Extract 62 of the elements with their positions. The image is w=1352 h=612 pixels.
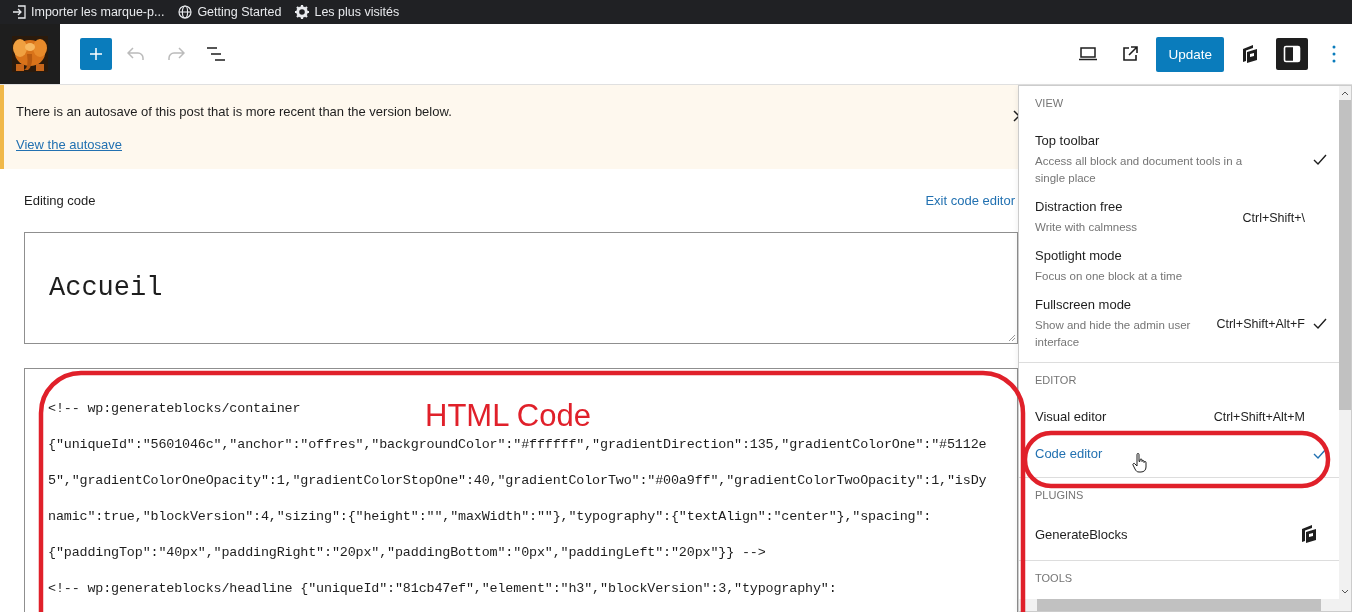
menu-item[interactable]: Spotlight mode Focus on one block at a time — [1019, 242, 1339, 291]
scroll-up-icon — [1341, 90, 1349, 96]
keyboard-shortcut: Ctrl+Shift+Alt+M — [1213, 409, 1305, 424]
menu-item-description: Access all block and document tools in a single place — [1035, 154, 1244, 186]
bookmark[interactable]: Getting Started — [178, 5, 282, 19]
code-line: <!-- wp:generateblocks/container — [48, 400, 301, 418]
autosave-link[interactable]: View the autosave — [16, 137, 122, 152]
undo-icon — [127, 47, 145, 61]
menu-item-label: Top toolbar — [1035, 133, 1100, 148]
bookmark[interactable]: Importer les marque-p... — [12, 5, 165, 19]
menu-item[interactable]: GenerateBlocks — [1019, 513, 1339, 555]
external-link-icon — [1121, 45, 1140, 63]
scrollbar[interactable] — [1339, 86, 1351, 611]
update-button[interactable]: Update — [1156, 36, 1224, 72]
site-logo[interactable] — [0, 24, 60, 84]
menu-item-label: Spotlight mode — [1035, 248, 1122, 263]
code-line: 5","gradientColorOneOpacity":1,"gradientColorStopOne":40,"gradientColorTwo":"#00a9ff","gradientColorTwoOpacity":1,"isDy — [48, 472, 987, 490]
globe-icon — [178, 5, 193, 19]
menu-item[interactable]: Code editor — [1019, 435, 1339, 472]
horizontal-scrollbar[interactable] — [1019, 599, 1339, 611]
import-icon — [12, 5, 26, 19]
resize-handle-icon — [1008, 334, 1016, 342]
generateblocks-icon[interactable] — [1240, 44, 1260, 64]
menu-item-label: Fullscreen mode — [1035, 297, 1132, 312]
menu-item-description: Focus on one block at a time — [1035, 269, 1184, 284]
code-line: {"uniqueId":"5601046c","anchor":"offres","backgroundColor":"#ffffff","gradientDirection":135,"gradientColorOne":"#5112e — [48, 436, 987, 454]
code-line: namic":true,"blockVersion":4,"sizing":{"height":"","maxWidth":""},"typography":{"textAlign":"center"},"spacing": — [48, 508, 932, 526]
section-heading: EDITOR — [1034, 373, 1078, 388]
settings-icon — [295, 5, 310, 19]
menu-item[interactable]: Top toolbar Access all block and document tools in a single place — [1019, 127, 1339, 193]
list-view-icon — [206, 46, 226, 62]
section-heading: PLUGINS — [1034, 488, 1085, 503]
title-field[interactable]: Accueil — [24, 232, 1018, 344]
menu-item-description: Show and hide the admin user interface — [1035, 318, 1192, 350]
scroll-down-icon — [1341, 589, 1349, 595]
code-line: {"paddingTop":"40px","paddingRight":"20px","paddingBottom":"0px","paddingLeft":"20px"}} --> — [48, 544, 766, 562]
section-heading: TOOLS — [1034, 571, 1074, 586]
code-line: <!-- wp:generateblocks/headline {"uniqueId":"81cb47ef","element":"h3","blockVersion":3,"typography": — [48, 580, 837, 598]
menu-item-description: Write with calmness — [1035, 220, 1139, 235]
laptop-icon — [1078, 47, 1099, 61]
menu-item-label: Visual editor — [1035, 409, 1107, 424]
notice-text: There is an autosave of this post that is more recent than the version below. — [16, 104, 452, 119]
keyboard-shortcut: Ctrl+Shift+\ — [1242, 210, 1305, 225]
editing-code-heading: Editing code — [24, 193, 96, 208]
plus-icon — [88, 46, 104, 62]
sidebar-icon — [1283, 45, 1301, 63]
menu-item-label: Distraction free — [1035, 199, 1123, 214]
menu-item-label: GenerateBlocks — [1035, 526, 1128, 542]
more-icon — [1332, 45, 1336, 63]
menu-item[interactable]: Visual editor Ctrl+Shift+Alt+M — [1019, 398, 1339, 435]
annotation-label: HTML Code — [425, 398, 591, 434]
menu-item[interactable]: Fullscreen mode Show and hide the admin user interface Ctrl+Shift+Alt+F — [1019, 291, 1339, 357]
settings-button[interactable] — [1276, 38, 1308, 70]
exit-code-editor-link[interactable]: Exit code editor — [925, 193, 1015, 208]
menu-item[interactable]: Distraction free Write with calmness Ctrl+Shift+\ — [1019, 193, 1339, 242]
menu-item-label: Code editor — [1035, 446, 1103, 461]
redo-icon — [167, 47, 185, 61]
keyboard-shortcut: Ctrl+Shift+Alt+F — [1216, 317, 1305, 331]
section-heading: VIEW — [1034, 96, 1065, 111]
generateblocks-icon[interactable] — [1299, 524, 1319, 544]
bookmark[interactable]: Les plus visités — [295, 5, 400, 19]
add-button[interactable] — [80, 38, 112, 70]
